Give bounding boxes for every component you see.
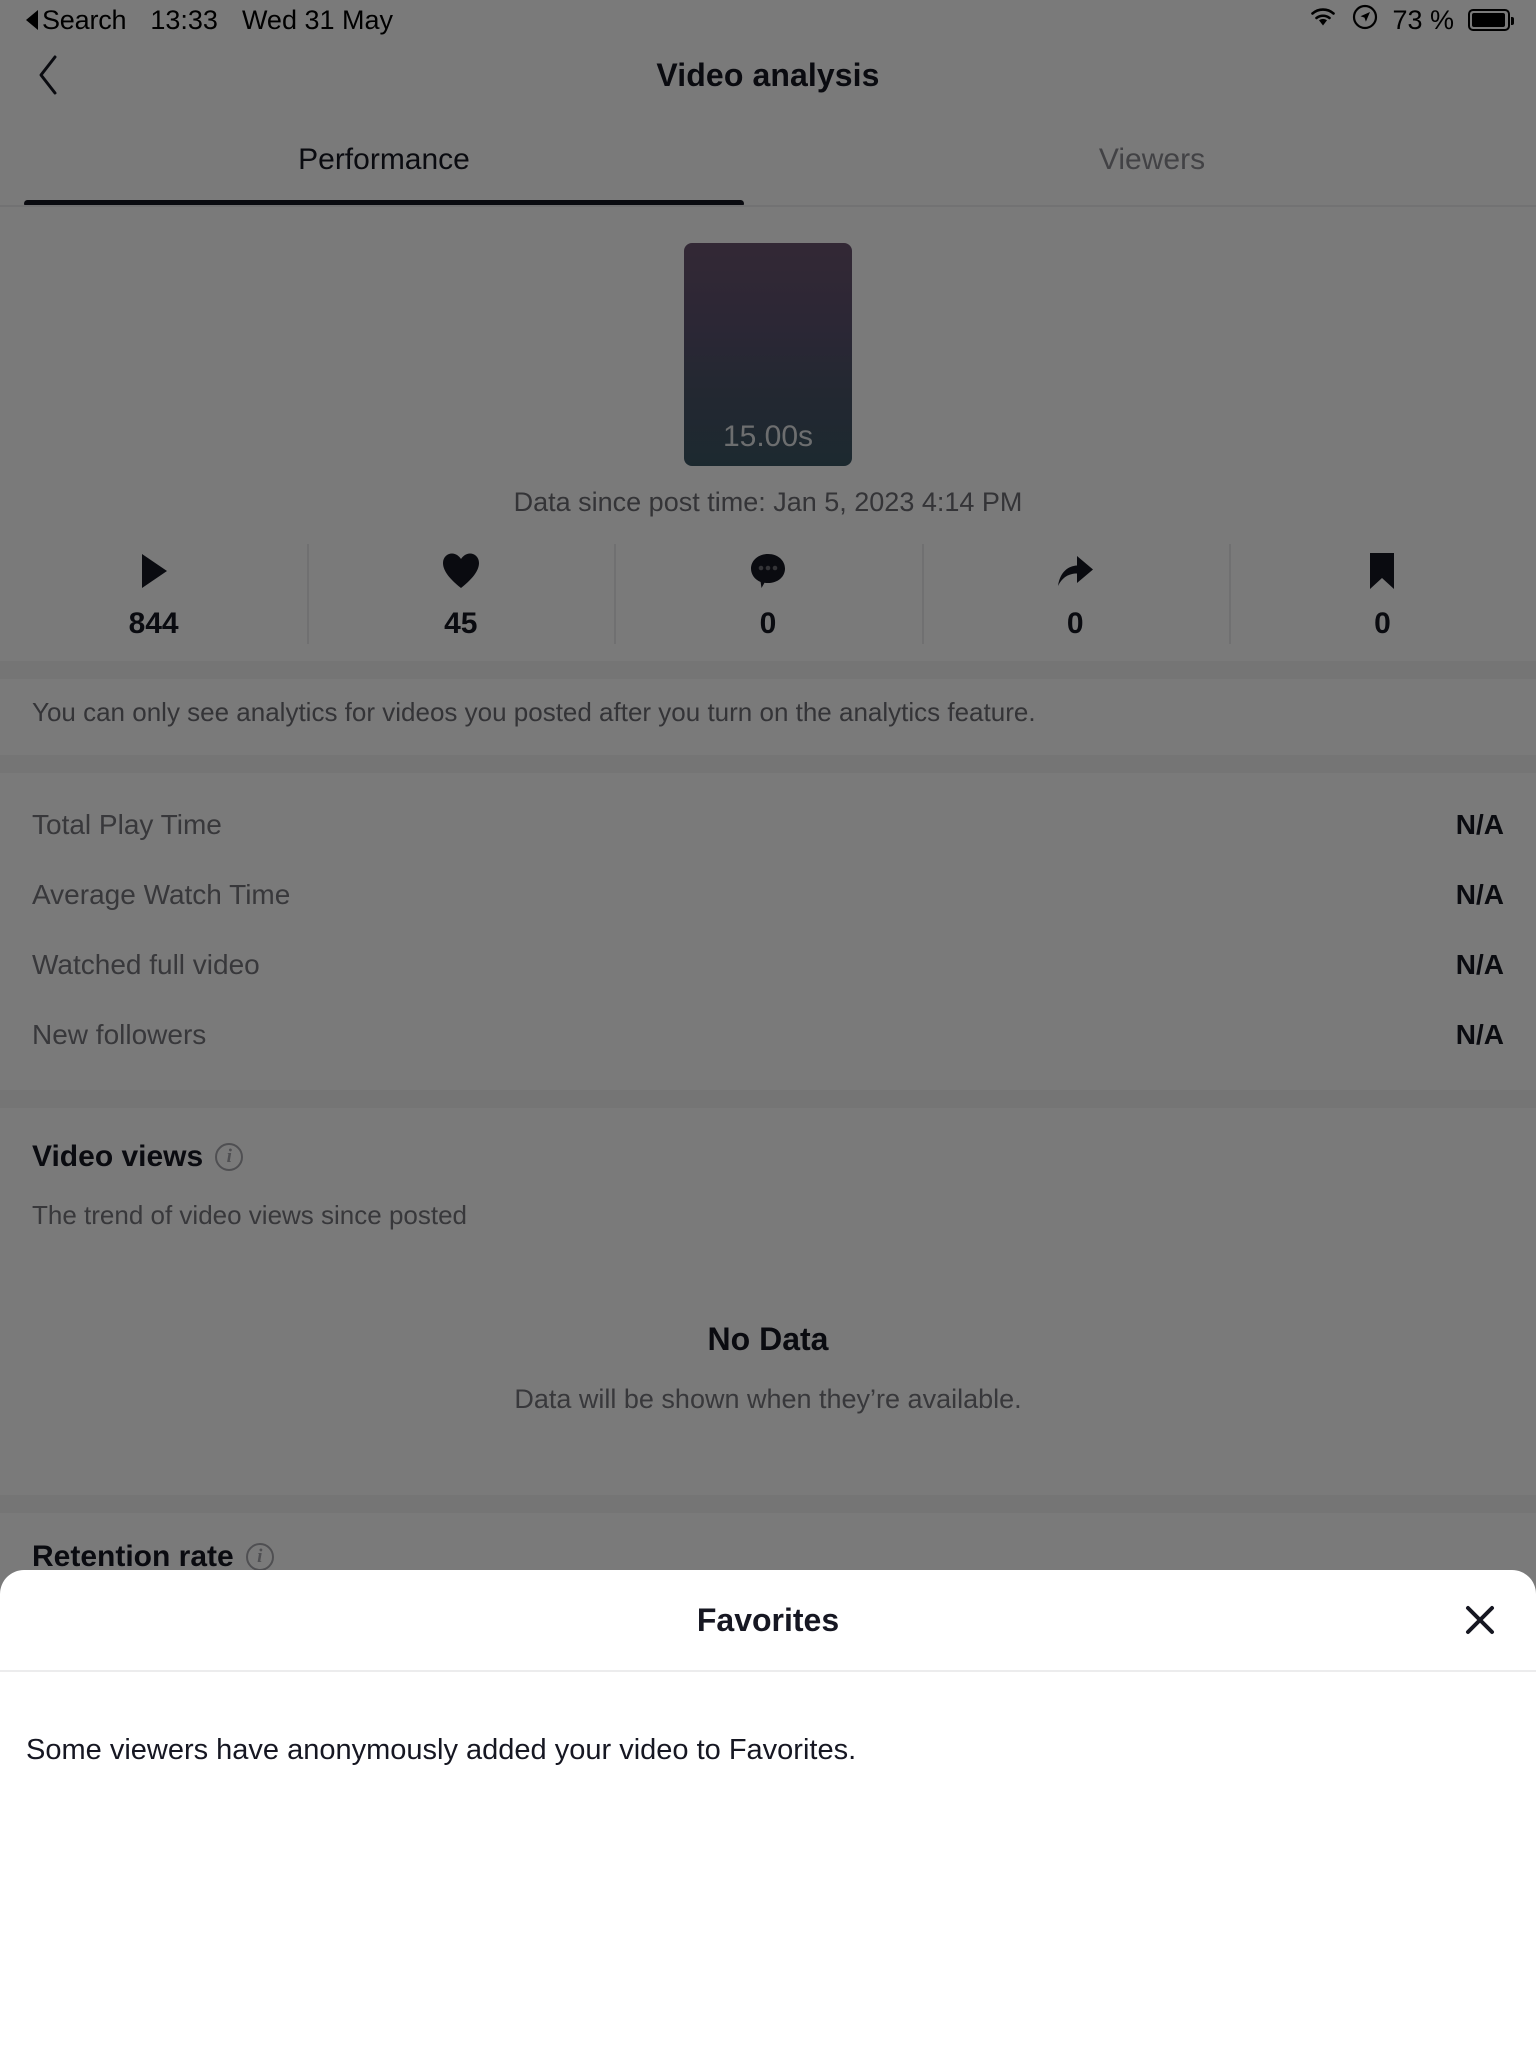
- tab-viewers[interactable]: Viewers: [768, 112, 1536, 207]
- section-divider-1: [0, 661, 1536, 679]
- metric-row: New followers N/A: [32, 1000, 1504, 1070]
- info-icon[interactable]: i: [245, 1543, 274, 1571]
- section-divider-4: [0, 1495, 1536, 1513]
- tab-bar: Performance Viewers: [0, 112, 1536, 207]
- heart-icon: [441, 549, 481, 593]
- nav-bar: Video analysis: [0, 40, 1536, 110]
- status-bar-date: Wed 31 May: [241, 4, 394, 35]
- retention-rate-section: Retention rate i: [32, 1540, 1504, 1574]
- section-divider-2: [0, 755, 1536, 773]
- metric-label: Total Play Time: [32, 809, 222, 840]
- chevron-left-icon: [39, 55, 57, 95]
- stat-favorites-value: 0: [1374, 607, 1391, 640]
- section-divider-3: [0, 1090, 1536, 1108]
- stat-likes-value: 45: [444, 607, 478, 640]
- video-thumbnail-wrap: 15.00s: [0, 243, 1536, 466]
- sheet-title: Favorites: [696, 1601, 840, 1638]
- play-icon: [137, 549, 171, 593]
- analytics-notice: You can only see analytics for videos yo…: [32, 697, 1036, 727]
- stat-shares: 0: [921, 530, 1229, 660]
- metrics-list: Total Play Time N/A Average Watch Time N…: [32, 790, 1504, 1070]
- screen: Search 13:33 Wed 31 May 73 % Video analy…: [0, 0, 1536, 2048]
- status-bar: Search 13:33 Wed 31 May 73 %: [0, 0, 1536, 40]
- stat-plays: 844: [0, 530, 307, 660]
- stat-comments-value: 0: [759, 607, 777, 640]
- stat-plays-value: 844: [128, 607, 179, 640]
- back-to-app-triangle-icon[interactable]: [26, 10, 38, 30]
- video-views-title: Video views: [32, 1140, 204, 1173]
- no-data-subtitle: Data will be shown when they’re availabl…: [514, 1384, 1022, 1414]
- data-since-label: Data since post time: Jan 5, 2023 4:14 P…: [513, 487, 1023, 517]
- retention-rate-title-row: Retention rate i: [32, 1540, 1504, 1574]
- stat-shares-value: 0: [1066, 607, 1084, 640]
- info-icon[interactable]: i: [215, 1143, 244, 1171]
- page-title: Video analysis: [656, 56, 880, 93]
- battery-percent-label: 73 %: [1392, 4, 1454, 35]
- tab-bar-divider: [0, 205, 1536, 207]
- retention-rate-title: Retention rate: [32, 1540, 234, 1573]
- sheet-body-text: Some viewers have anonymously added your…: [26, 1734, 857, 1766]
- video-views-title-row: Video views i: [32, 1140, 1504, 1174]
- battery-icon: [1468, 9, 1514, 31]
- metric-label: Watched full video: [32, 949, 260, 980]
- video-thumbnail[interactable]: 15.00s: [684, 243, 852, 466]
- status-bar-right: 73 %: [1308, 4, 1514, 37]
- status-bar-time: 13:33: [150, 4, 218, 35]
- video-duration-label: 15.00s: [722, 420, 814, 453]
- share-icon: [1054, 549, 1096, 593]
- metric-row: Total Play Time N/A: [32, 790, 1504, 860]
- metric-value: N/A: [1455, 809, 1504, 840]
- metric-row: Watched full video N/A: [32, 930, 1504, 1000]
- comment-icon: [748, 549, 788, 593]
- video-views-section: Video views i The trend of video views s…: [32, 1140, 1504, 1415]
- video-views-subtitle: The trend of video views since posted: [32, 1200, 468, 1230]
- stat-likes: 45: [307, 530, 614, 660]
- metric-label: New followers: [32, 1019, 207, 1050]
- stat-comments: 0: [614, 530, 921, 660]
- location-icon: [1352, 4, 1378, 37]
- stat-favorites: 0: [1228, 530, 1536, 660]
- no-data-title: No Data: [707, 1321, 829, 1357]
- bookmark-icon: [1367, 549, 1397, 593]
- stats-row: 844 45 0 0 0: [0, 530, 1536, 660]
- metric-row: Average Watch Time N/A: [32, 860, 1504, 930]
- metric-value: N/A: [1455, 879, 1504, 910]
- tab-performance-label: Performance: [298, 142, 470, 176]
- back-button[interactable]: [26, 53, 70, 97]
- metric-value: N/A: [1455, 1019, 1504, 1050]
- favorites-bottom-sheet: Favorites Some viewers have anonymously …: [0, 1570, 1536, 2048]
- sheet-header: Favorites: [0, 1570, 1536, 1672]
- tab-viewers-label: Viewers: [1098, 142, 1206, 176]
- close-button[interactable]: [1452, 1592, 1508, 1648]
- tab-performance[interactable]: Performance: [0, 112, 768, 207]
- metric-label: Average Watch Time: [32, 879, 291, 910]
- metric-value: N/A: [1455, 949, 1504, 980]
- status-bar-left: Search 13:33 Wed 31 May: [26, 5, 393, 36]
- back-to-app-label[interactable]: Search: [42, 5, 127, 36]
- close-icon: [1466, 1606, 1494, 1634]
- wifi-icon: [1308, 5, 1338, 36]
